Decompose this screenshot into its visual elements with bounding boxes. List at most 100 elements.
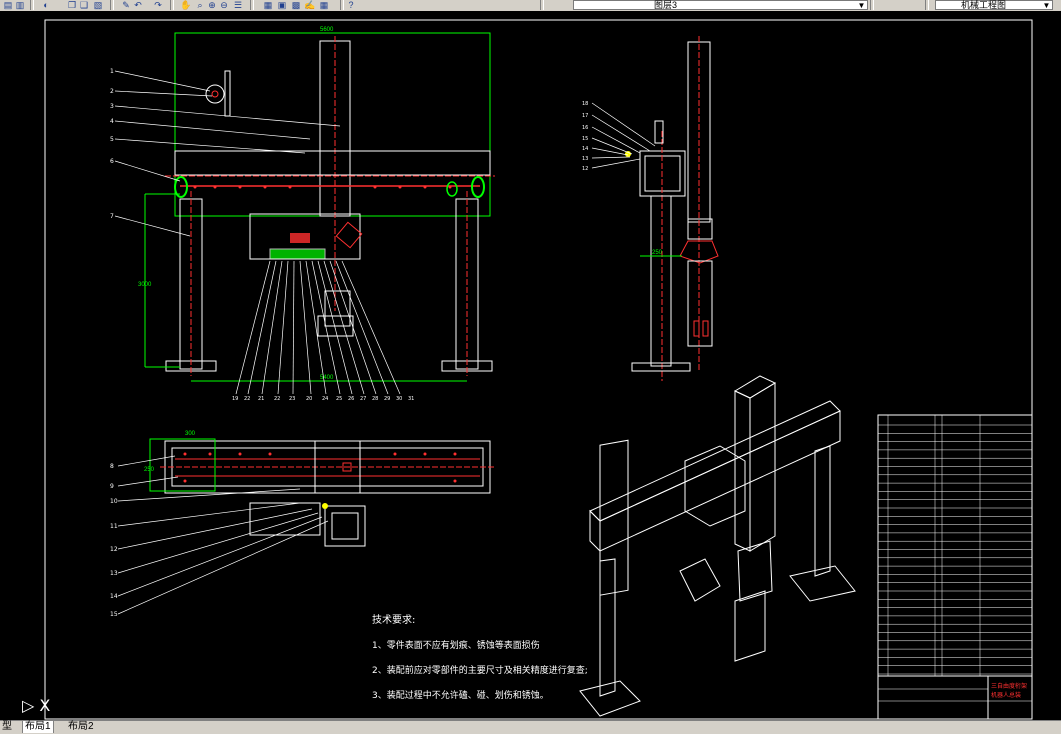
toolbar-separator xyxy=(170,0,174,10)
callout-label: 4 xyxy=(110,118,114,125)
callout-label: 31 xyxy=(408,396,414,402)
horizontal-beam xyxy=(174,150,491,176)
plan-callout-labels: 8 9 10 11 12 13 14 15 xyxy=(110,463,118,618)
zoom-window-icon[interactable]: ⊕ xyxy=(206,0,218,10)
front-view: 5600 3000 5400 xyxy=(114,27,495,395)
plan-dim-box xyxy=(149,438,216,492)
drawing-canvas[interactable]: ▷ X 5600 3000 5400 1 2 3 4 5 6 7 19 22 2… xyxy=(0,11,1061,720)
layer-value: 图层3 xyxy=(654,0,678,10)
redo-icon[interactable]: ↷ xyxy=(152,0,164,10)
pan-icon[interactable]: ✋ xyxy=(180,0,192,10)
bracket-inner xyxy=(446,181,458,197)
front-bottom-callout-labels: 19 22 21 22 23 20 24 25 26 27 28 29 30 31 xyxy=(232,396,414,402)
tab-layout1[interactable]: 布局1 xyxy=(22,721,54,733)
callout-label: 5 xyxy=(110,136,114,143)
tech-req-title: 技术要求: xyxy=(372,613,415,626)
ucs-icon: ▷ X xyxy=(22,696,50,715)
plan-column xyxy=(324,505,366,547)
callout-label: 30 xyxy=(396,396,402,402)
zoom-previous-icon[interactable]: ⊖ xyxy=(218,0,230,10)
callout-label: 27 xyxy=(360,396,366,402)
layer-dropdown[interactable]: 图层3 ▼ xyxy=(573,0,868,10)
isometric-view xyxy=(579,375,856,717)
paste-icon[interactable]: ❑ xyxy=(78,0,90,10)
help-icon[interactable]: ? xyxy=(345,0,357,10)
callout-label: 28 xyxy=(372,396,378,402)
toolbar-separator xyxy=(30,0,34,10)
layers-icon[interactable]: ▤ xyxy=(2,0,14,10)
drawing-svg: ▷ X 5600 3000 5400 1234567 19 22 21 22 2… xyxy=(22,19,1033,720)
toolbar-separator xyxy=(250,0,254,10)
title-name-1: 三自由度桁架 xyxy=(991,682,1027,690)
bracket-right xyxy=(471,176,485,198)
bill-of-materials: 三自由度桁架 机器人总装 xyxy=(877,414,1033,720)
front-leaders xyxy=(114,70,341,237)
side-view: 250 xyxy=(591,36,719,381)
callout-label: 15 xyxy=(582,136,588,142)
callout-label: 11 xyxy=(110,523,118,530)
callout-label: 12 xyxy=(582,166,588,172)
callout-label: 14 xyxy=(110,593,118,600)
title-name-2: 机器人总装 xyxy=(991,691,1021,699)
tool-palette-icon[interactable]: ▣ xyxy=(276,0,288,10)
tab-model[interactable]: 型 xyxy=(0,721,14,733)
markup-icon[interactable]: ✍ xyxy=(304,0,316,10)
callout-label: 22 xyxy=(244,396,250,402)
tab-layout2[interactable]: 布局2 xyxy=(66,721,96,733)
toolbar-separator xyxy=(340,0,344,10)
plan-dim-side: 250 xyxy=(144,467,155,473)
stack-icon[interactable]: ▥ xyxy=(14,0,26,10)
match-icon[interactable]: ▧ xyxy=(92,0,104,10)
workspace-dropdown[interactable]: 机械工程图 ▼ xyxy=(935,0,1053,10)
plan-view: 300 250 xyxy=(117,431,495,615)
front-callout-labels: 1 2 3 4 5 6 7 xyxy=(110,68,114,220)
callout-label: 20 xyxy=(306,396,312,402)
chevron-down-icon: ▼ xyxy=(857,1,866,10)
workspace-value: 机械工程图 xyxy=(961,0,1007,10)
callout-label: 14 xyxy=(582,146,588,152)
callout-label: 26 xyxy=(348,396,354,402)
properties-icon[interactable]: ☰ xyxy=(232,0,244,10)
brush-icon[interactable]: ✎ xyxy=(120,0,132,10)
side-callout-labels: 18 17 16 15 14 13 12 xyxy=(582,101,588,172)
callout-label: 16 xyxy=(582,125,588,131)
side-leg xyxy=(650,195,672,367)
tech-req-1: 1、零件表面不应有划痕、锈蚀等表面损伤 xyxy=(372,639,540,651)
callout-label: 6 xyxy=(110,158,114,165)
sheet-set-icon[interactable]: ▩ xyxy=(290,0,302,10)
zoom-icon[interactable]: ⌕ xyxy=(194,0,206,10)
side-dim: 250 xyxy=(652,250,663,256)
front-dim-side: 3000 xyxy=(138,282,152,288)
dim-envelope xyxy=(174,32,491,217)
callout-label: 1 xyxy=(110,68,114,75)
toolbar-separator xyxy=(870,0,874,10)
callout-label: 23 xyxy=(289,396,295,402)
callout-label: 2 xyxy=(110,88,114,95)
copy-icon[interactable]: ❐ xyxy=(66,0,78,10)
callout-label: 24 xyxy=(322,396,328,402)
motor xyxy=(205,84,225,104)
layout-tabs: 型 布局1 布局2 xyxy=(0,720,1061,734)
calculator-icon[interactable]: ▦ xyxy=(318,0,330,10)
side-leaders xyxy=(591,102,656,169)
callout-label: 15 xyxy=(110,611,118,618)
callout-label: 10 xyxy=(110,498,118,505)
tech-req-3: 3、装配过程中不允许磕、碰、划伤和锈蚀。 xyxy=(372,689,549,701)
front-dim-bottom: 5400 xyxy=(320,375,334,381)
callout-label: 29 xyxy=(384,396,390,402)
front-dim-top: 5600 xyxy=(320,27,334,33)
undo-icon[interactable]: ↶ xyxy=(132,0,144,10)
callout-label: 19 xyxy=(232,396,238,402)
toolbar-separator xyxy=(925,0,929,10)
callout-label: 7 xyxy=(110,213,114,220)
plan-dim: 300 xyxy=(185,431,196,437)
tech-req-2: 2、装配前应对零部件的主要尺寸及相关精度进行复查; xyxy=(372,664,588,676)
toolbar-separator xyxy=(110,0,114,10)
toolbar-separator xyxy=(540,0,544,10)
design-center-icon[interactable]: ▦ xyxy=(262,0,274,10)
callout-label: 18 xyxy=(582,101,588,107)
zoom-realtime-icon[interactable]: ◐ xyxy=(40,0,52,10)
callout-label: 25 xyxy=(336,396,342,402)
callout-label: 13 xyxy=(582,156,588,162)
callout-label: 3 xyxy=(110,103,114,110)
